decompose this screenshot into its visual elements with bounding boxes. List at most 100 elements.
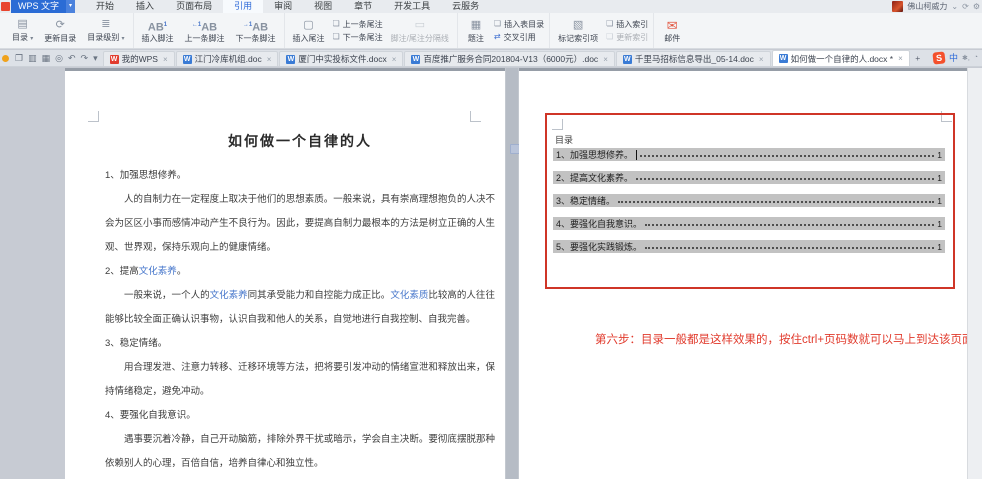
wps-writer-window: WPS 文字 ▾ 开始插入页面布局引用审阅视图章节开发工具云服务 佛山柯威力 ⌄… [0,0,982,479]
tab-label: 江门冷库机组.doc [195,53,262,65]
settings-icon[interactable]: ⚙ [973,2,980,11]
next-footnote-button[interactable]: →1AB 下一条脚注 [233,18,279,43]
document-icon: W [623,55,632,64]
update-index-button: ❏ 更新索引 [606,33,648,42]
app-menu-caret-icon[interactable]: ▾ [66,0,75,13]
update-toc-button[interactable]: ⟳ 更新目录 [41,18,79,43]
tab-close-icon[interactable]: × [163,55,168,64]
mark-index-entry-button[interactable]: ▧ 标记索引项 [555,18,601,43]
sync-icon[interactable]: ⟳ [962,2,969,11]
paragraph: 遇事要沉着冷静，自己开动脑筋，排除外界干扰或暗示，学会自主决断。要彻底摆脱那种依… [105,428,495,476]
hyperlink-text[interactable]: 文化素养 [210,290,248,301]
document-icon: W [779,54,788,63]
wps-customer-service-icon[interactable]: S [932,51,945,64]
document-tab[interactable]: W千里马招标信息导出_05-14.doc × [616,51,771,66]
ime-punctuation-icon[interactable]: ✱, [962,54,970,62]
next-endnote-button[interactable]: ❏ 下一条尾注 [333,33,383,42]
paragraph: 人的自制力在一定程度上取决于他们的思想素质。一般来说，具有崇高理想抱负的人决不会… [105,188,495,260]
menu-tab-7[interactable]: 开发工具 [383,0,441,13]
tab-close-icon[interactable]: × [759,55,764,64]
document-icon: W [411,55,420,64]
ime-language-indicator[interactable]: 中 [949,51,958,64]
hyperlink-text[interactable]: 文化素质 [390,290,428,301]
red-highlight-box [545,113,955,289]
account-dropdown-icon[interactable]: ⌄ [951,2,958,11]
prev-endnote-button[interactable]: ❏ 上一条尾注 [333,20,383,29]
tab-close-icon[interactable]: × [603,55,608,64]
ime-more-icon[interactable]: ◔ [974,54,978,61]
vertical-scrollbar[interactable] [967,68,982,479]
document-tabs: W我的WPS×W江门冷库机组.doc×W厦门中实投标文件.docx×W百度推广服… [103,50,911,66]
redo-icon[interactable]: ↷ [81,50,89,66]
cross-reference-button[interactable]: ⇄ 交叉引用 [494,33,544,42]
menu-tab-4[interactable]: 审阅 [263,0,303,13]
pane-divider[interactable] [505,68,519,479]
new-tab-button[interactable]: + [911,51,925,66]
tab-close-icon[interactable]: × [898,54,903,63]
mark-index-entry-icon: ▧ [573,18,583,33]
toc-button[interactable]: ▤ 目录 ▾ [9,17,36,44]
quick-access-toolbar: ❐ ▥ ▦◎ ↶ ↷▾ [0,50,103,66]
menu-tab-8[interactable]: 云服务 [441,0,490,13]
wps-orb-icon[interactable] [2,55,9,62]
toc-icon: ▤ [17,17,27,32]
toc-level-icon: ≣ [101,17,110,32]
qat-more-icon[interactable]: ▾ [93,50,98,66]
output-icon[interactable]: ▥ [28,50,37,66]
document-tab[interactable]: W百度推广服务合同201804-V13（6000元）.doc× [404,51,614,66]
menu-tab-5[interactable]: 视图 [303,0,343,13]
insert-endnote-button[interactable]: ▢ 插入尾注 [290,18,328,43]
insert-table-of-figures-button[interactable]: ❏ 插入表目录 [494,20,544,29]
ribbon-group-endnotes: ▢ 插入尾注 ❏ 上一条尾注 ❏ 下一条尾注 ▭ 脚注/尾注分隔线 [285,13,458,48]
toc-level-button[interactable]: ≣ 目录级别 ▾ [84,17,127,44]
wps-app-button[interactable]: WPS 文字 [11,0,66,13]
document-tab[interactable]: W江门冷库机组.doc× [176,51,279,66]
document-tab-bar: ❐ ▥ ▦◎ ↶ ↷▾ W 我的WPS × W 江门冷库机组.doc × W 厦门中实投标文件.doc… [0,50,982,67]
print-icon[interactable]: ▦ [42,50,51,66]
document-body: 如何做一个自律的人 1、加强思想修养。人的自制力在一定程度上取决于他们的思想素质… [105,131,495,476]
ribbon-group-captions: ▦ 题注 ❏ 插入表目录 ⇄ 交叉引用 [458,13,550,48]
document-page-toc[interactable]: 目录 1、加强思想修养。12、提高文化素养。13、稳定情绪。14、要强化自我意识… [519,68,967,479]
tab-label: 厦门中实投标文件.docx [298,53,386,65]
menu-tab-1[interactable]: 插入 [125,0,165,13]
document-page-1[interactable]: 如何做一个自律的人 1、加强思想修养。人的自制力在一定程度上取决于他们的思想素质… [65,68,505,479]
menu-tab-6[interactable]: 章节 [343,0,383,13]
mail-button[interactable]: ✉ 邮件 [659,18,685,43]
tab-label: 千里马招标信息导出_05-14.doc [635,53,754,65]
paragraph: 用合理发泄、注意力转移、迁移环境等方法，把将要引发冲动的情绪宣泄和释放出来，保持… [105,356,495,404]
menu-tab-0[interactable]: 开始 [85,0,125,13]
prev-footnote-button[interactable]: ←1AB 上一条脚注 [182,18,228,43]
tabrow-right-tools: S 中 ✱, ◔ [933,51,982,66]
hyperlink-text[interactable]: 文化素养 [139,266,177,277]
update-index-icon: ❏ [606,33,613,41]
cross-reference-icon: ⇄ [494,33,501,41]
tab-close-icon[interactable]: × [267,55,272,64]
ribbon-group-mail: ✉ 邮件 [654,13,690,48]
menu-tab-3[interactable]: 引用 [223,0,263,13]
account-name[interactable]: 佛山柯威力 [907,1,947,12]
caption-button[interactable]: ▦ 题注 [463,18,489,43]
next-footnote-icon: →1AB [243,18,268,33]
insert-footnote-button[interactable]: AB1 插入脚注 [139,18,177,43]
wps-app-icon [1,2,10,11]
step-instruction-text: 第六步：目录一般都是这样效果的，按住ctrl+页码数就可以马上到达该页面 [595,331,974,347]
mail-icon: ✉ [667,18,678,33]
update-toc-icon: ⟳ [56,18,65,33]
avatar[interactable] [892,1,903,12]
document-tab[interactable]: W如何做一个自律的人.docx *× [772,50,910,66]
margin-mark-icon [470,111,481,122]
menu-tab-2[interactable]: 页面布局 [165,0,223,13]
insert-footnote-icon: AB1 [148,18,167,33]
save-icon[interactable]: ❐ [15,50,23,66]
tab-close-icon[interactable]: × [392,55,397,64]
document-tab[interactable]: W我的WPS× [103,51,175,66]
insert-index-button[interactable]: ❏ 插入索引 [606,20,648,29]
undo-icon[interactable]: ↶ [68,50,76,66]
ribbon-group-footnotes: AB1 插入脚注 ←1AB 上一条脚注 →1AB 下一条脚注 [134,13,285,48]
document-tab[interactable]: W厦门中实投标文件.docx× [279,51,403,66]
print-preview-icon[interactable]: ◎ [55,50,63,66]
tab-label: 我的WPS [122,53,158,65]
insert-endnote-icon: ▢ [303,18,313,33]
next-endnote-icon: ❏ [333,33,340,41]
ribbon-group-index: ▧ 标记索引项 ❏ 插入索引 ❏ 更新索引 [550,13,654,48]
